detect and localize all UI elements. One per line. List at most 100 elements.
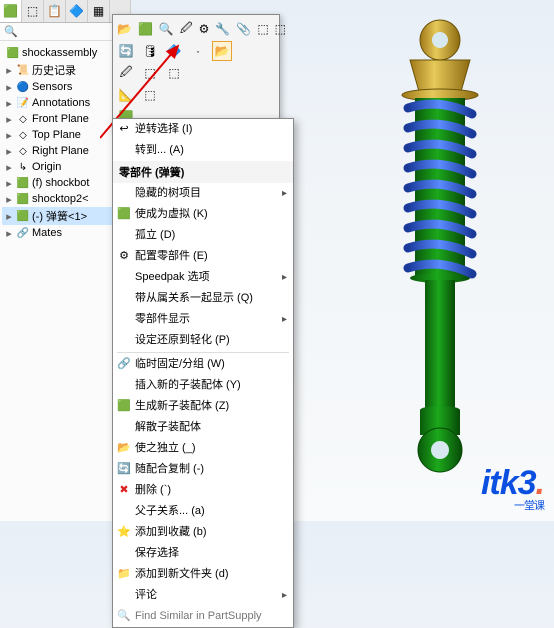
toolbar-button[interactable]: · bbox=[188, 41, 208, 61]
menu-item[interactable]: 评论 bbox=[113, 585, 293, 606]
menu-item[interactable]: 📂使之独立 (_) bbox=[113, 438, 293, 459]
menu-icon: 🔄 bbox=[116, 462, 132, 478]
toolbar-button[interactable]: ⬚ bbox=[256, 19, 269, 39]
menu-item[interactable]: 🟩使成为虚拟 (K) bbox=[113, 204, 293, 225]
menu-item[interactable]: ⭐添加到收藏 (b) bbox=[113, 522, 293, 543]
menu-label: 删除 (`) bbox=[135, 482, 171, 499]
toolbar-button[interactable]: 📂 bbox=[212, 41, 232, 61]
menu-item[interactable]: 隐藏的树项目 bbox=[113, 183, 293, 204]
toolbar-button[interactable]: 🖉 bbox=[116, 63, 136, 83]
menu-item[interactable]: 📁添加到新文件夹 (d) bbox=[113, 564, 293, 585]
toolbar-button[interactable]: 📐 bbox=[116, 85, 136, 105]
menu-item[interactable]: 零部件显示 bbox=[113, 309, 293, 330]
menu-label: 使成为虚拟 (K) bbox=[135, 206, 208, 223]
item-icon: 📝 bbox=[16, 96, 30, 110]
menu-icon: ⚙ bbox=[116, 249, 132, 265]
expand-icon[interactable]: ▸ bbox=[4, 81, 14, 94]
item-label: Right Plane bbox=[32, 145, 89, 157]
menu-icon: 🟩 bbox=[116, 399, 132, 415]
toolbar-button[interactable]: ⬚ bbox=[274, 19, 287, 39]
context-menu: ↩逆转选择 (I)转到... (A) 零部件 (弹簧) 隐藏的树项目🟩使成为虚拟… bbox=[112, 118, 294, 628]
tree-root-label: shockassembly bbox=[22, 47, 97, 59]
expand-icon[interactable]: ▸ bbox=[4, 113, 14, 126]
menu-item[interactable]: 🟩生成新子装配体 (Z) bbox=[113, 396, 293, 417]
tree-item[interactable]: ▸🟩shocktop2< bbox=[2, 191, 128, 207]
item-label: (f) shockbot bbox=[32, 177, 89, 189]
item-icon: ◇ bbox=[16, 112, 30, 126]
tree-item[interactable]: ▸🟩(-) 弹簧<1> bbox=[2, 207, 128, 225]
expand-icon[interactable]: ▸ bbox=[4, 97, 14, 110]
watermark-logo: itk3. 一堂课 bbox=[481, 464, 544, 513]
menu-item[interactable]: 🔄随配合复制 (-) bbox=[113, 459, 293, 480]
shock-assembly-model bbox=[300, 10, 550, 490]
tree-item[interactable]: ▸🟩(f) shockbot bbox=[2, 175, 128, 191]
item-label: (-) 弹簧<1> bbox=[32, 208, 87, 224]
toolbar-button[interactable]: ⬚ bbox=[140, 85, 160, 105]
menu-item[interactable]: 转到... (A) bbox=[113, 140, 293, 161]
menu-item[interactable]: 带从属关系一起显示 (Q) bbox=[113, 288, 293, 309]
menu-icon: 📁 bbox=[116, 567, 132, 583]
toolbar-button[interactable]: 🛢 bbox=[140, 41, 160, 61]
menu-item[interactable]: 🔗临时固定/分组 (W) bbox=[113, 354, 293, 375]
expand-icon[interactable]: ▸ bbox=[4, 161, 14, 174]
tree-item[interactable]: ▸◇Front Plane bbox=[2, 111, 128, 127]
menu-label: 配置零部件 (E) bbox=[135, 248, 208, 265]
menu-item[interactable]: 保存选择 bbox=[113, 543, 293, 564]
toolbar-button[interactable]: 🔄 bbox=[116, 41, 136, 61]
tab-config[interactable]: ⬚ bbox=[22, 0, 44, 22]
tab-props[interactable]: 📋 bbox=[44, 0, 66, 22]
toolbar-button[interactable]: 📎 bbox=[235, 19, 252, 39]
toolbar-button[interactable]: 🔧 bbox=[214, 19, 231, 39]
toolbar-button[interactable]: 🔍 bbox=[158, 19, 175, 39]
toolbar-button[interactable]: 🖉 bbox=[179, 19, 194, 39]
menu-item[interactable]: 设定还原到轻化 (P) bbox=[113, 330, 293, 351]
menu-item[interactable]: 孤立 (D) bbox=[113, 225, 293, 246]
menu-item[interactable]: 🔍Find Similar in PartSupply bbox=[113, 606, 293, 627]
menu-item[interactable]: ✖删除 (`) bbox=[113, 480, 293, 501]
toolbar-button[interactable]: ⚙ bbox=[198, 19, 211, 39]
tab-feature-tree[interactable]: 🟩 bbox=[0, 0, 22, 22]
expand-icon[interactable]: ▸ bbox=[4, 64, 14, 77]
menu-item[interactable]: ↩逆转选择 (I) bbox=[113, 119, 293, 140]
toolbar-button[interactable]: 🔷 bbox=[164, 41, 184, 61]
filter-icon[interactable]: 🔍 bbox=[4, 26, 18, 38]
tab-display[interactable]: 🔷 bbox=[66, 0, 88, 22]
menu-item[interactable]: 解散子装配体 bbox=[113, 417, 293, 438]
menu-icon: ✖ bbox=[116, 483, 132, 499]
toolbar-button[interactable]: 🟩 bbox=[137, 19, 154, 39]
model-viewport[interactable] bbox=[300, 10, 550, 490]
menu-item[interactable]: Speedpak 选项 bbox=[113, 267, 293, 288]
toolbar-button[interactable]: 📂 bbox=[116, 19, 133, 39]
tree-item[interactable]: ▸📝Annotations bbox=[2, 95, 128, 111]
item-icon: ◇ bbox=[16, 128, 30, 142]
tree-item[interactable]: ▸↳Origin bbox=[2, 159, 128, 175]
menu-label: 孤立 (D) bbox=[135, 227, 175, 244]
expand-icon[interactable]: ▸ bbox=[4, 177, 14, 190]
menu-label: 插入新的子装配体 (Y) bbox=[135, 377, 241, 394]
expand-icon[interactable]: ▸ bbox=[4, 145, 14, 158]
expand-icon[interactable]: ▸ bbox=[4, 129, 14, 142]
menu-item[interactable]: 插入新的子装配体 (Y) bbox=[113, 375, 293, 396]
tree-root[interactable]: 🟩 shockassembly bbox=[2, 45, 128, 61]
tab-other[interactable]: ▦ bbox=[88, 0, 110, 22]
menu-icon bbox=[116, 228, 132, 244]
menu-label: 评论 bbox=[135, 587, 157, 604]
menu-item[interactable]: ⚙配置零部件 (E) bbox=[113, 246, 293, 267]
tree-item[interactable]: ▸🔗Mates bbox=[2, 225, 128, 241]
menu-icon bbox=[116, 588, 132, 604]
tree-item[interactable]: ▸🔵Sensors bbox=[2, 79, 128, 95]
tree-item[interactable]: ▸◇Right Plane bbox=[2, 143, 128, 159]
feature-tree[interactable]: 🟩 shockassembly ▸📜历史记录▸🔵Sensors▸📝Annotat… bbox=[0, 41, 130, 245]
expand-icon[interactable]: ▸ bbox=[4, 227, 14, 240]
assembly-icon: 🟩 bbox=[6, 46, 20, 60]
expand-icon[interactable]: ▸ bbox=[4, 210, 14, 223]
toolbar-button[interactable]: ⬚ bbox=[140, 63, 160, 83]
toolbar-button[interactable]: ⬚ bbox=[164, 63, 184, 83]
tree-item[interactable]: ▸◇Top Plane bbox=[2, 127, 128, 143]
expand-icon[interactable]: ▸ bbox=[4, 193, 14, 206]
menu-icon bbox=[116, 186, 132, 202]
menu-item[interactable]: 父子关系... (a) bbox=[113, 501, 293, 522]
menu-label: 添加到新文件夹 (d) bbox=[135, 566, 229, 583]
item-label: Top Plane bbox=[32, 129, 81, 141]
tree-item[interactable]: ▸📜历史记录 bbox=[2, 61, 128, 79]
